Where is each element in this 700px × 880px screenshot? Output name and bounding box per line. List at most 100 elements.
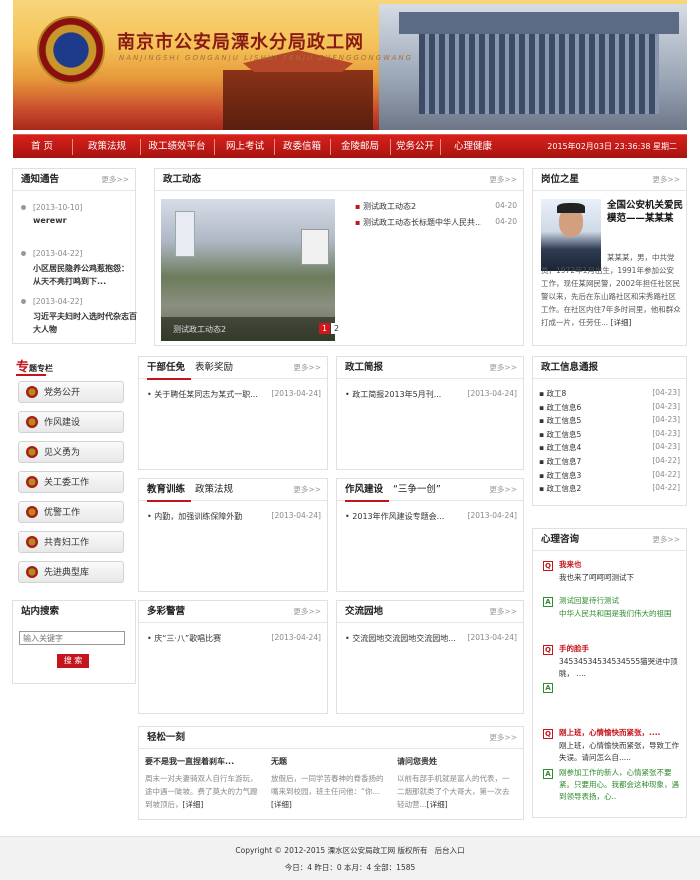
nav-item[interactable]: 网上考试 — [217, 135, 273, 159]
info-item[interactable]: ▪ 政工信息5 — [539, 415, 639, 426]
more-link[interactable]: 更多>> — [489, 479, 517, 501]
psy-answer[interactable]: 34534534534534555猫哭进中顶眺， .... — [559, 656, 683, 680]
info-item[interactable]: ▪ 政工信息3 — [539, 470, 639, 481]
more-link[interactable]: 更多>> — [489, 357, 517, 379]
psy-answer[interactable]: 我也来了呵呵呵测试下 — [559, 572, 683, 584]
nav-item[interactable]: 金陵邮局 — [331, 135, 389, 159]
tab-award[interactable]: 表彰奖励 — [195, 362, 233, 373]
search-title: 站内搜索 — [21, 606, 60, 617]
special-panel: 专题专栏 党务公开 作风建设 见义勇为 关工委工作 优警工作 共青妇工作 先进典型库 — [12, 352, 136, 588]
nav-item[interactable]: 政委信箱 — [275, 135, 329, 159]
nav-item[interactable]: 心理健康 — [443, 135, 503, 159]
question-icon: Q — [543, 729, 553, 739]
info-date: [04-22] — [652, 483, 680, 493]
more-link[interactable]: 更多>> — [293, 601, 321, 623]
cadre-tabs: 干部任免 表彰奖励 更多>> — [139, 357, 327, 379]
main-nav: 2015年02月03日 23:36:38 星期二 首 页政策法规 政工绩效平台 网上… — [13, 134, 687, 158]
special-button[interactable]: 党务公开 — [18, 381, 124, 403]
tab-cadre[interactable]: 干部任免 — [147, 362, 185, 373]
detail-link[interactable]: [详细] — [611, 318, 632, 327]
nav-item[interactable]: 政工绩效平台 — [141, 135, 213, 159]
edu-panel: 教育训练 政策法规 更多>> • 内勤，加强训练保障外勤 [2013-04-24] — [138, 478, 328, 592]
special-button[interactable]: 先进典型库 — [18, 561, 124, 583]
info-item[interactable]: ▪ 政工8 — [539, 388, 639, 399]
special-button[interactable]: 关工委工作 — [18, 471, 124, 493]
joke-title[interactable]: 无题 — [271, 756, 391, 767]
psy-answer[interactable]: 中华人民共和国是我们伟大的祖国 — [559, 608, 683, 620]
nav-item[interactable]: 政策法规 — [75, 135, 139, 159]
info-date: [04-23] — [652, 401, 680, 411]
garden-item[interactable]: • 交流园地交流园地交流园地... — [345, 633, 461, 644]
notice-item[interactable]: 习近平夫妇时入选时代杂志百大人物 — [33, 310, 137, 336]
special-label: 共青妇工作 — [44, 538, 90, 548]
garden-panel: 交流园地 更多>> • 交流园地交流园地交流园地... [2013-04-24] — [336, 600, 524, 714]
psy-question[interactable]: 我来也 — [559, 559, 683, 571]
more-link[interactable]: 更多>> — [101, 169, 129, 191]
photo-caption: 测试政工动态2 — [173, 325, 227, 334]
notice-item[interactable]: 小区居民隐养公鸡惹抱怨：从天不亮打鸣到下... — [33, 262, 133, 288]
footer: Copyright © 2012-2015 溧水区公安局政工网 版权所有 后台入… — [0, 836, 700, 880]
more-link[interactable]: 更多>> — [293, 357, 321, 379]
nav-item[interactable]: 党务公开 — [391, 135, 439, 159]
brief-date: [2013-04-24] — [467, 389, 517, 398]
notice-title: 通知通告 更多>> — [13, 169, 135, 191]
special-button[interactable]: 见义勇为 — [18, 441, 124, 463]
more-link[interactable]: 更多>> — [489, 601, 517, 623]
slide-page-1[interactable]: 1 — [319, 323, 330, 334]
psy-question[interactable]: 刚上班，心情愉快而紧张，.... — [559, 727, 683, 739]
tab-three[interactable]: “三争一创” — [393, 484, 441, 495]
badge-icon — [26, 386, 38, 398]
info-item[interactable]: ▪ 政工信息6 — [539, 402, 639, 413]
style-tabs: 作风建设 “三争一创” 更多>> — [337, 479, 523, 501]
tab-style[interactable]: 作风建设 — [345, 484, 383, 495]
colorful-item[interactable]: • 庆“三·八”歌唱比赛 — [147, 633, 263, 644]
info-item[interactable]: ▪ 政工信息2 — [539, 483, 639, 494]
search-input[interactable] — [19, 631, 125, 645]
more-link[interactable]: 更多>> — [293, 479, 321, 501]
psy-question[interactable]: 刚参加工作的新人，心情紧张不要紧。只要用心。我都会这种现象，遇到领导表扬，心.. — [559, 767, 683, 803]
nav-item[interactable]: 首 页 — [13, 135, 71, 159]
edu-tabs: 教育训练 政策法规 更多>> — [139, 479, 327, 501]
joke-title[interactable]: 要不是我一直捏着刹车... — [145, 756, 265, 767]
info-label: 政工信息3 — [546, 470, 582, 480]
info-item[interactable]: ▪ 政工信息7 — [539, 456, 639, 467]
detail-link[interactable]: [详细] — [183, 800, 204, 809]
copyright: Copyright © 2012-2015 溧水区公安局政工网 版权所有 — [235, 846, 428, 855]
header-banner: 南京市公安局溧水分局政工网 NANJINGSHI GONGANJU LISHUI… — [13, 0, 687, 130]
search-button[interactable]: 搜 索 — [57, 654, 89, 668]
slide-page-2[interactable]: 2 — [331, 323, 342, 334]
special-button[interactable]: 作风建设 — [18, 411, 124, 433]
edu-item[interactable]: • 内勤，加强训练保障外勤 — [147, 511, 263, 522]
news-item[interactable]: ▪ 测试政工动态长标题中华人民共... — [355, 217, 481, 228]
psy-question[interactable]: 测试回复待行测试 — [559, 595, 683, 607]
detail-link[interactable]: [详细] — [427, 800, 448, 809]
info-item[interactable]: ▪ 政工信息5 — [539, 429, 639, 440]
cadre-date: [2013-04-24] — [271, 389, 321, 398]
news-photo[interactable]: 测试政工动态2 1 2 — [161, 199, 342, 341]
brief-item[interactable]: • 政工简报2013年5月刊... — [345, 389, 461, 400]
badge-icon — [26, 566, 38, 578]
joke-title[interactable]: 请问您贵姓 — [397, 756, 517, 767]
admin-link[interactable]: 后台入口 — [435, 846, 465, 855]
special-label: 见义勇为 — [44, 448, 81, 458]
more-link[interactable]: 更多>> — [489, 169, 517, 191]
tab-policy[interactable]: 政策法规 — [195, 484, 233, 495]
more-link[interactable]: 更多>> — [652, 529, 680, 551]
info-title: 政工信息通报 — [533, 357, 686, 379]
tab-edu[interactable]: 教育训练 — [147, 484, 185, 495]
more-link[interactable]: 更多>> — [489, 727, 517, 749]
cadre-item[interactable]: • 关于聘任某同志为某式一职... — [147, 389, 263, 400]
detail-link[interactable]: [详细] — [271, 800, 292, 809]
psy-answer[interactable]: 刚上班，心情愉快而紧张，导致工作失误。请问怎么自..... — [559, 740, 683, 764]
special-button[interactable]: 共青妇工作 — [18, 531, 124, 553]
badge-icon — [26, 536, 38, 548]
special-button[interactable]: 优警工作 — [18, 501, 124, 523]
notice-item[interactable]: werewr — [33, 216, 67, 225]
more-link[interactable]: 更多>> — [652, 169, 680, 191]
cadre-panel: 干部任免 表彰奖励 更多>> • 关于聘任某同志为某式一职... [2013-04… — [138, 356, 328, 470]
style-item[interactable]: • 2013年作风建设专题会... — [345, 511, 461, 522]
star-desc: 某某某，男，中共党员，1972年1月出生，1991年参加公安工作，现任某网民警，… — [541, 253, 681, 327]
psy-question[interactable]: 手的脸手 — [559, 643, 683, 655]
star-name[interactable]: 全国公安机关爱民模范——某某某 — [607, 199, 683, 225]
info-item[interactable]: ▪ 政工信息4 — [539, 442, 639, 453]
